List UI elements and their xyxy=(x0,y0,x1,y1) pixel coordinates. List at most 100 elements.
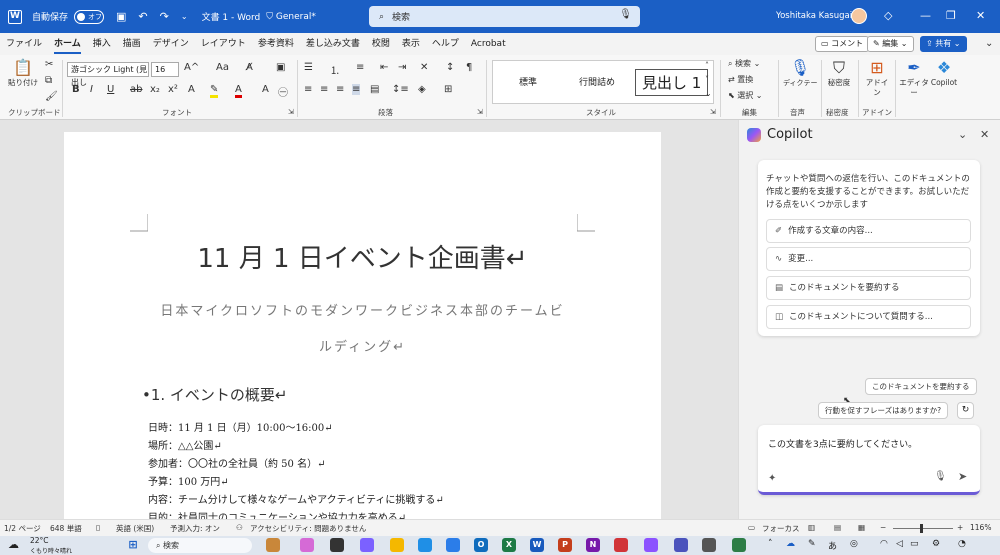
notification-icon[interactable]: ◔ xyxy=(958,539,966,549)
copilot-app-icon[interactable] xyxy=(300,538,314,552)
accessibility-status[interactable]: アクセシビリティ: 問題ありません xyxy=(250,523,366,534)
app-icon[interactable] xyxy=(702,538,716,552)
dictate-button[interactable]: 🎙 ディクテーション xyxy=(783,58,817,88)
subscript-icon[interactable]: x₂ xyxy=(150,84,160,95)
taskbar-search[interactable]: ⌕ 検索 xyxy=(148,538,252,553)
distributed-icon[interactable]: ▤ xyxy=(370,84,379,95)
edge-icon[interactable] xyxy=(418,538,432,552)
prompt-chip-summarize[interactable]: このドキュメントを要約する xyxy=(865,378,977,395)
customize-qat-icon[interactable]: ⌄ xyxy=(181,12,188,21)
italic-icon[interactable]: I xyxy=(90,84,93,95)
web-layout-icon[interactable]: ▦ xyxy=(858,523,865,532)
chevron-up-icon[interactable]: ˄ xyxy=(768,539,773,549)
character-shading-icon[interactable]: A xyxy=(262,84,269,95)
tab-layout[interactable]: レイアウト xyxy=(195,33,252,55)
tab-references[interactable]: 参考資料 xyxy=(252,33,300,55)
redo-icon[interactable]: ↷ xyxy=(160,10,169,23)
show-marks-icon[interactable]: ¶ xyxy=(466,62,472,73)
align-center-icon[interactable]: ≡ xyxy=(320,84,328,95)
tab-view[interactable]: 表示 xyxy=(396,33,426,55)
avatar[interactable] xyxy=(851,8,867,24)
chevron-down-icon[interactable]: ⌄ xyxy=(958,128,967,141)
align-right-icon[interactable]: ≡ xyxy=(336,84,344,95)
increase-indent-icon[interactable]: ⇥ xyxy=(398,62,406,73)
wifi-icon[interactable]: ◠ xyxy=(880,539,888,549)
font-size-select[interactable]: 16 xyxy=(151,62,179,77)
sensitivity-button[interactable]: ⛉ 秘密度 xyxy=(826,58,852,88)
tab-mailings[interactable]: 差し込み文書 xyxy=(300,33,366,55)
close-icon[interactable]: ✕ xyxy=(980,128,989,141)
predictive-status[interactable]: 予測入力: オン xyxy=(170,523,220,534)
cut-icon[interactable]: ✂ xyxy=(45,59,53,70)
share-button[interactable]: ⇪ 共有 ⌄ xyxy=(920,36,967,52)
file-explorer-icon[interactable] xyxy=(390,538,404,552)
print-layout-icon[interactable]: ▤ xyxy=(834,523,841,532)
multilevel-list-icon[interactable]: ≡ xyxy=(356,62,364,73)
pen-icon[interactable]: ✎ xyxy=(808,539,816,549)
editor-button[interactable]: ✒ エディター xyxy=(898,58,930,98)
microphone-icon[interactable]: 🎙 xyxy=(934,471,947,482)
battery-icon[interactable]: ▭ xyxy=(910,539,919,549)
refresh-icon[interactable]: ↻ xyxy=(957,402,974,419)
suggestion-summarize[interactable]: ▤ このドキュメントを要約する xyxy=(766,276,971,300)
diamond-icon[interactable]: ◇ xyxy=(884,9,892,22)
font-name-select[interactable]: 游ゴシック Light (見出し xyxy=(67,62,149,87)
style-no-spacing[interactable]: 行間詰め xyxy=(579,75,615,88)
replace-button[interactable]: ⇄ 置換 xyxy=(728,74,753,85)
app-icon[interactable] xyxy=(330,538,344,552)
comments-button[interactable]: ▭ コメント xyxy=(815,36,870,52)
weather-icon[interactable]: ☁ xyxy=(8,538,19,551)
app-icon[interactable] xyxy=(614,538,628,552)
tab-help[interactable]: ヘルプ xyxy=(426,33,465,55)
suggestion-ask[interactable]: ◫ このドキュメントについて質問する... xyxy=(766,305,971,329)
style-normal[interactable]: 標準 xyxy=(519,75,537,88)
strikethrough-icon[interactable]: ab xyxy=(130,84,142,95)
tab-insert[interactable]: 挿入 xyxy=(87,33,117,55)
restore-icon[interactable]: ❐ xyxy=(946,9,956,22)
onenote-icon[interactable]: N xyxy=(586,538,600,552)
tab-home[interactable]: ホーム xyxy=(48,33,87,55)
store-icon[interactable] xyxy=(446,538,460,552)
select-button[interactable]: ⬉ 選択 ⌄ xyxy=(728,90,763,101)
user-name[interactable]: Yoshitaka Kasugai xyxy=(776,11,852,21)
styles-scroll-down-icon[interactable]: ˅ xyxy=(705,75,709,84)
clear-format-icon[interactable]: A̸ xyxy=(246,62,253,73)
language-status[interactable]: 英語 (米国) xyxy=(116,523,154,534)
paragraph-dialog-launcher-icon[interactable]: ⇲ xyxy=(477,108,483,116)
style-heading1[interactable]: 見出し 1 xyxy=(635,69,709,96)
ribbon-collapse-icon[interactable]: ⌄ xyxy=(985,38,993,49)
text-effects-icon[interactable]: A xyxy=(188,84,195,95)
microphone-icon[interactable]: 🎙 xyxy=(619,9,632,20)
borders-icon[interactable]: ⊞ xyxy=(444,84,452,95)
suggestion-change[interactable]: ∿ 変更... xyxy=(766,247,971,271)
focus-mode[interactable]: フォーカス xyxy=(762,523,800,534)
sparkle-icon[interactable]: ✦ xyxy=(768,473,776,484)
tab-acrobat[interactable]: Acrobat xyxy=(465,33,512,55)
send-icon[interactable]: ➤ xyxy=(958,470,967,483)
ime-mode[interactable]: あ xyxy=(828,539,837,552)
onedrive-icon[interactable]: ☁ xyxy=(786,539,795,549)
app-icon[interactable] xyxy=(732,538,746,552)
powerpoint-icon[interactable]: P xyxy=(558,538,572,552)
addins-button[interactable]: ⊞ アドイン xyxy=(863,58,891,98)
change-case-icon[interactable]: Aa xyxy=(216,62,229,73)
tab-design[interactable]: デザイン xyxy=(147,33,195,55)
styles-scroll-up-icon[interactable]: ˄ xyxy=(705,61,709,70)
find-button[interactable]: ⌕ 検索 ⌄ xyxy=(728,58,760,69)
character-border-icon[interactable]: ▣ xyxy=(276,62,285,73)
close-icon[interactable]: ✕ xyxy=(976,9,985,22)
undo-icon[interactable]: ↶ xyxy=(138,10,147,23)
save-icon[interactable]: ▣ xyxy=(116,10,126,23)
asian-layout-icon[interactable]: ✕ xyxy=(420,62,428,73)
copy-icon[interactable]: ⧉ xyxy=(45,75,52,86)
font-color-icon[interactable]: A xyxy=(235,84,242,98)
align-left-icon[interactable]: ≡ xyxy=(304,84,312,95)
teams-icon[interactable] xyxy=(674,538,688,552)
teams-icon[interactable] xyxy=(360,538,374,552)
superscript-icon[interactable]: x² xyxy=(168,84,178,95)
paste-button[interactable]: 📋 貼り付け xyxy=(8,58,38,88)
bullets-icon[interactable]: ☰ xyxy=(304,62,313,73)
outlook-icon[interactable]: O xyxy=(474,538,488,552)
windows-start-icon[interactable]: ⊞ xyxy=(126,538,140,552)
shading-icon[interactable]: ◈ xyxy=(418,84,426,95)
